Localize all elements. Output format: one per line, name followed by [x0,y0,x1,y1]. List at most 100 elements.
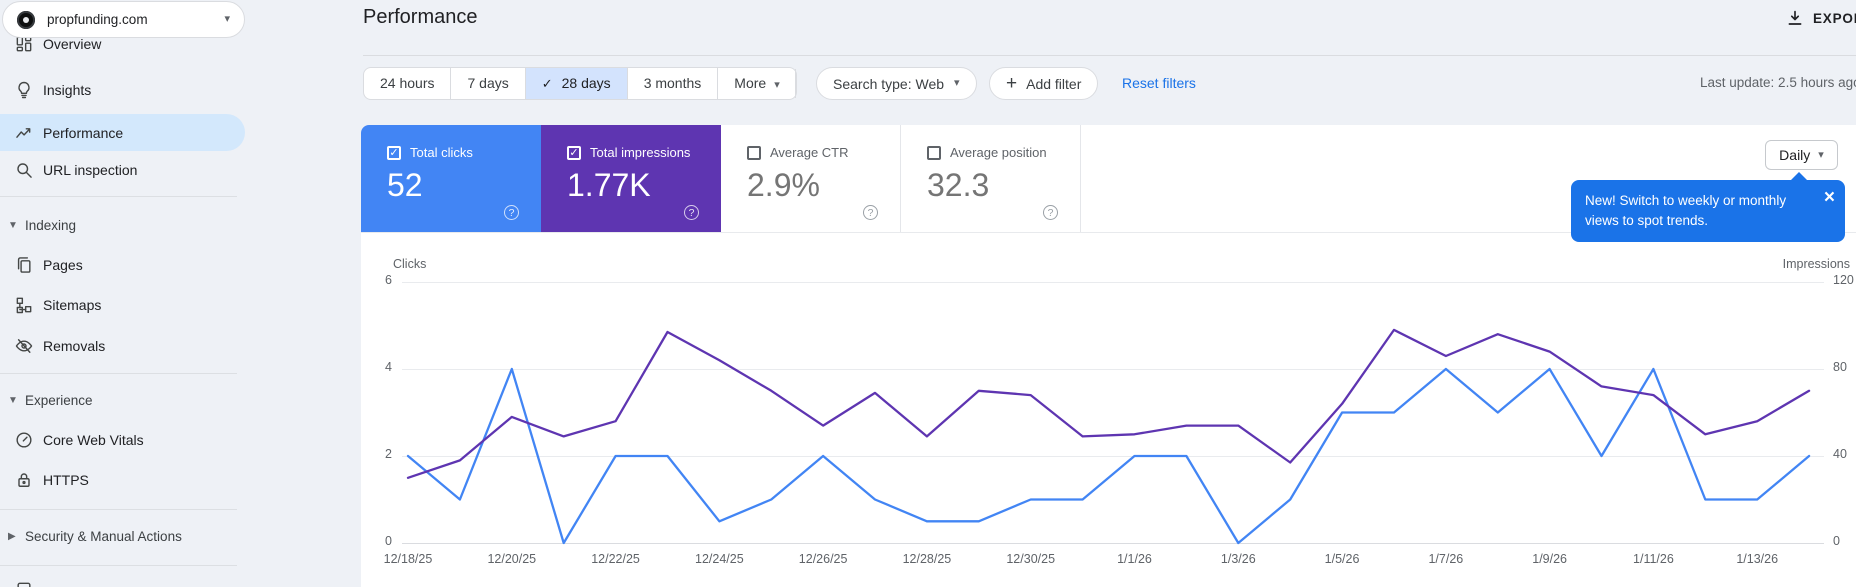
promo-line2: views to spot trends. [1585,212,1709,228]
sidebar-item-label: Pages [43,257,83,273]
trending-up-icon [16,127,31,138]
date-range-group: 24 hours 7 days ✓ 28 days 3 months More ▾ [363,67,797,100]
left-axis-tick: 6 [385,273,392,287]
total-clicks-card[interactable]: ✓ Total clicks 52 ? [361,125,541,232]
card-label: Total impressions [590,145,691,160]
sidebar-item-pages[interactable]: Pages [0,251,245,279]
chevron-down-icon: ▾ [224,13,230,25]
partial-tools-icon [17,582,31,587]
search-icon [17,163,32,178]
promo-tooltip: New! Switch to weekly or monthly views t… [1571,172,1845,242]
sidebar: Overview propfunding.com ▾ Insights Perf… [0,0,250,587]
right-axis-tick: 0 [1833,534,1840,548]
x-axis-tick: 1/1/26 [1117,552,1152,566]
card-label: Average position [950,145,1047,160]
sidebar-item-label: Sitemaps [43,297,102,313]
sidebar-item-performance-selected[interactable]: Performance [0,114,245,151]
sidebar-item-label: URL inspection [43,162,138,178]
sidebar-section-security-manual-actions[interactable]: ▶ Security & Manual Actions [0,522,245,550]
pages-icon [17,257,31,273]
x-axis-tick: 1/9/26 [1532,552,1568,566]
close-icon[interactable]: × [1824,188,1835,207]
sidebar-item-url-inspection[interactable]: URL inspection [0,156,245,184]
sidebar-divider [0,565,237,566]
property-name: propfunding.com [47,12,148,27]
checkbox-unchecked-icon[interactable] [927,145,941,160]
add-filter-chip[interactable]: + Add filter [989,67,1099,100]
total-impressions-value: 1.77K [567,167,651,203]
filter-separator [795,69,796,98]
x-axis-tick: 12/28/25 [902,552,952,566]
average-ctr-card[interactable]: Average CTR 2.9% ? [721,125,901,232]
plus-icon: + [1006,73,1018,94]
site-favicon-icon [17,10,35,29]
x-axis-tick: 12/26/25 [798,552,848,566]
average-position-card[interactable]: Average position 32.3 ? [901,125,1081,232]
right-axis-tick: 80 [1833,360,1847,374]
help-icon[interactable]: ? [1043,205,1058,220]
sidebar-item-core-web-vitals[interactable]: Core Web Vitals [0,426,245,454]
right-axis-tick: 40 [1833,447,1847,461]
range-28-days-button-selected[interactable]: ✓ 28 days [524,68,627,99]
range-3-months-button[interactable]: 3 months [626,68,718,99]
sidebar-item-label: Removals [43,338,106,354]
lock-icon [18,473,30,487]
range-more-button[interactable]: More ▾ [717,68,795,99]
right-axis-title: Impressions [1782,257,1850,271]
sidebar-item-label: Performance [43,124,124,141]
sidebar-item-https[interactable]: HTTPS [0,466,245,494]
reset-filters-link[interactable]: Reset filters [1122,75,1196,91]
granularity-select[interactable]: Daily ▾ [1765,140,1838,170]
average-position-value: 32.3 [927,167,990,203]
sidebar-item-label: Overview [43,36,102,52]
sidebar-section-indexing[interactable]: ▼ Indexing [0,211,245,239]
download-icon [1788,10,1802,25]
checkbox-checked-icon[interactable]: ✓ [387,145,401,160]
sidebar-item-insights[interactable]: Insights [0,76,245,104]
sitemap-icon [16,297,32,314]
eye-off-icon [15,339,33,353]
help-icon[interactable]: ? [863,205,878,220]
total-clicks-value: 52 [387,167,423,203]
chevron-expanded-icon: ▼ [8,394,18,406]
sidebar-section-experience[interactable]: ▼ Experience [0,386,245,414]
chevron-collapsed-icon: ▶ [8,530,16,542]
range-label: 28 days [561,75,611,91]
export-label: EXPORT [1813,10,1856,26]
granularity-value: Daily [1779,147,1811,163]
x-axis-tick: 1/3/26 [1220,552,1256,566]
sidebar-item-removals[interactable]: Removals [0,332,245,360]
card-label: Average CTR [770,145,849,160]
sidebar-divider [0,509,237,510]
export-button[interactable]: EXPORT [1786,9,1856,27]
section-label: Security & Manual Actions [25,528,182,544]
card-label: Total clicks [410,145,473,160]
range-24-hours-button[interactable]: 24 hours [364,68,450,99]
total-impressions-card[interactable]: ✓ Total impressions 1.77K ? [541,125,721,232]
left-axis-title: Clicks [393,257,427,271]
left-axis-tick: 0 [385,534,392,548]
checkbox-unchecked-icon[interactable] [747,145,761,160]
last-update-text: Last update: 2.5 hours ago [1700,75,1856,90]
chevron-down-icon: ▾ [774,79,780,91]
x-axis-tick: 1/11/26 [1633,552,1674,566]
x-axis-tick: 12/20/25 [487,552,537,566]
property-selector[interactable]: propfunding.com ▾ [2,1,245,38]
x-axis-tick: 12/22/25 [591,552,640,566]
help-icon[interactable]: ? [504,205,519,220]
range-7-days-button[interactable]: 7 days [450,68,524,99]
lightbulb-icon [18,81,30,99]
help-icon[interactable]: ? [684,205,699,220]
sidebar-divider [0,196,237,197]
search-type-label: Search type: Web [833,75,945,92]
section-label: Indexing [25,217,77,233]
average-ctr-value: 2.9% [747,167,820,203]
sidebar-item-sitemaps[interactable]: Sitemaps [0,291,245,319]
right-axis-tick: 120 [1833,273,1854,287]
left-axis-tick: 4 [385,360,392,374]
x-axis-tick: 1/5/26 [1324,552,1360,566]
search-type-chip[interactable]: Search type: Web ▾ [816,67,977,100]
section-label: Experience [25,392,93,408]
sidebar-divider [0,373,237,374]
checkbox-checked-icon[interactable]: ✓ [567,145,581,160]
